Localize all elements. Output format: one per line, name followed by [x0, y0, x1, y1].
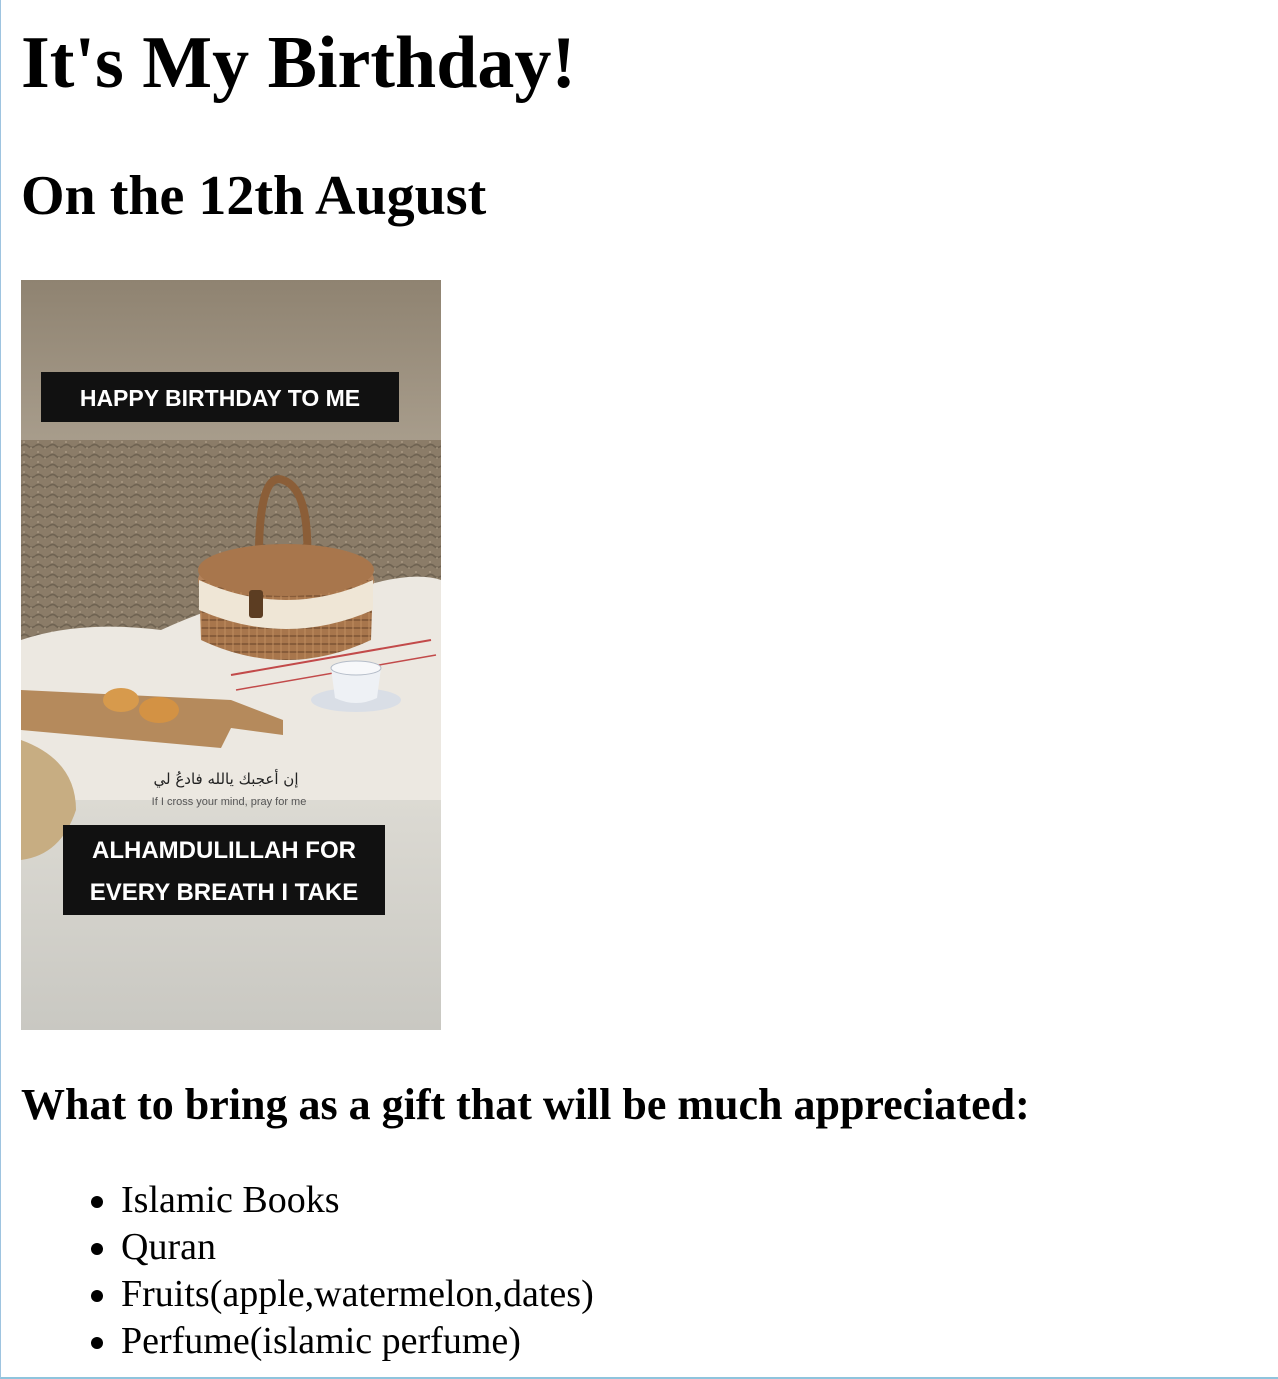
caption-top-text: HAPPY BIRTHDAY TO ME — [80, 385, 360, 411]
bullet-icon — [91, 1290, 103, 1302]
gift-item-label: Islamic Books — [121, 1179, 340, 1221]
picnic-photo-svg: HAPPY BIRTHDAY TO ME إن أعجبك يالله فادع… — [21, 280, 441, 1030]
caption-alhamdulillah: ALHAMDULILLAH FOR EVERY BREATH I TAKE — [63, 825, 385, 915]
gift-item-label: Perfume(islamic perfume) — [121, 1320, 521, 1362]
page-subtitle: On the 12th August — [21, 165, 487, 227]
small-caption: If I cross your mind, pray for me — [152, 796, 307, 808]
bullet-icon — [91, 1196, 103, 1208]
gift-item-label: Quran — [121, 1226, 216, 1268]
list-item: Islamic Books — [91, 1177, 594, 1224]
birthday-picnic-image: HAPPY BIRTHDAY TO ME إن أعجبك يالله فادع… — [21, 280, 441, 1030]
arabic-caption: إن أعجبك يالله فادعُ لي — [154, 769, 299, 789]
gift-heading: What to bring as a gift that will be muc… — [21, 1080, 1030, 1129]
bullet-icon — [91, 1337, 103, 1349]
caption-bottom-line2: EVERY BREATH I TAKE — [90, 879, 358, 906]
list-item: Quran — [91, 1224, 594, 1271]
gift-list: Islamic Books Quran Fruits(apple,waterme… — [21, 1177, 594, 1365]
gift-item-label: Fruits(apple,watermelon,dates) — [121, 1273, 594, 1315]
bullet-icon — [91, 1243, 103, 1255]
page-title: It's My Birthday! — [21, 22, 576, 104]
caption-bottom-line1: ALHAMDULILLAH FOR — [92, 837, 356, 864]
photo-backdrop — [21, 280, 441, 450]
caption-happy-birthday: HAPPY BIRTHDAY TO ME — [41, 372, 399, 422]
list-item: Perfume(islamic perfume) — [91, 1318, 594, 1365]
list-item: Fruits(apple,watermelon,dates) — [91, 1271, 594, 1318]
